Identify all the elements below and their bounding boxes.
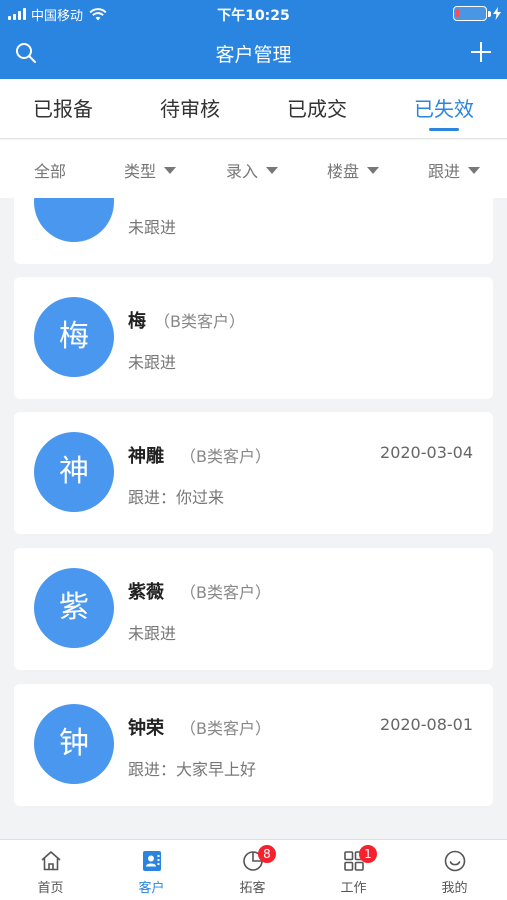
tab-pending-review[interactable]: 待审核 (127, 79, 253, 139)
nav-prospecting[interactable]: 8 拓客 (202, 840, 303, 900)
nav-home[interactable]: 首页 (0, 840, 101, 900)
avatar: 紫 (34, 568, 114, 648)
follow-up-status: 跟进：你过来 (128, 488, 225, 507)
follow-up-status: 跟进：大家早上好 (128, 760, 257, 779)
notification-badge: 1 (359, 845, 377, 863)
customer-card[interactable]: 未跟进 (14, 198, 493, 264)
tab-label: 已失效 (414, 97, 474, 121)
nav-label: 我的 (441, 881, 468, 896)
follow-up-status: 未跟进 (128, 624, 177, 643)
tab-label: 已成交 (287, 97, 347, 121)
filter-entry[interactable]: 录入 (226, 158, 279, 182)
nav-label: 拓客 (239, 881, 266, 896)
follow-up-status: 未跟进 (128, 218, 177, 237)
active-tab-indicator (429, 128, 459, 131)
charging-icon (493, 7, 501, 20)
tab-expired[interactable]: 已失效 (381, 79, 507, 139)
customer-name: 梅 (128, 311, 146, 332)
avatar: 钟 (34, 704, 114, 784)
filter-all[interactable]: 全部 (34, 158, 66, 182)
battery-icon (453, 6, 487, 21)
avatar: 梅 (34, 297, 114, 377)
filter-label: 全部 (34, 162, 67, 181)
caret-down-icon (266, 166, 279, 174)
customer-card[interactable]: 梅 梅 （B类客户） 未跟进 (14, 277, 493, 399)
customer-name: 神雕 (128, 446, 164, 467)
nav-work[interactable]: 1 工作 (303, 840, 404, 900)
filter-property[interactable]: 楼盘 (327, 158, 380, 182)
customer-type: （B类客户） (154, 312, 245, 331)
customer-type: （B类客户） (180, 583, 271, 602)
navigation-bar: 客户管理 (0, 28, 507, 79)
customer-card[interactable]: 钟 钟荣 （B类客户） 2020-08-01 跟进：大家早上好 (14, 684, 493, 806)
filter-label: 楼盘 (327, 162, 360, 181)
tab-closed-deal[interactable]: 已成交 (254, 79, 380, 139)
plus-icon[interactable] (469, 40, 493, 64)
follow-up-date: 2020-03-04 (380, 443, 473, 462)
customer-card[interactable]: 神 神雕 （B类客户） 2020-03-04 跟进：你过来 (14, 412, 493, 534)
caret-down-icon (468, 166, 481, 174)
filter-label: 跟进 (428, 162, 461, 181)
customer-name: 紫薇 (128, 582, 164, 603)
home-icon (41, 851, 61, 871)
status-tabs: 已报备 待审核 已成交 已失效 (0, 79, 507, 139)
follow-up-date: 2020-08-01 (380, 715, 473, 734)
page-title: 客户管理 (215, 44, 292, 66)
smile-icon (444, 850, 466, 872)
avatar: 神 (34, 432, 114, 512)
status-time: 下午10:25 (217, 8, 290, 24)
tab-reported[interactable]: 已报备 (0, 79, 126, 139)
filter-follow-up[interactable]: 跟进 (428, 158, 481, 182)
bottom-tab-bar: 首页 客户 8 拓客 1 工作 我的 (0, 839, 507, 900)
top-header: 中国移动 下午10:25 客户管理 (0, 0, 507, 79)
contacts-icon (143, 851, 161, 871)
avatar (34, 198, 114, 242)
nav-customers[interactable]: 客户 (101, 840, 202, 900)
follow-up-status: 未跟进 (128, 353, 177, 372)
caret-down-icon (367, 166, 380, 174)
customer-card[interactable]: 紫 紫薇 （B类客户） 未跟进 (14, 548, 493, 670)
tab-label: 已报备 (33, 97, 93, 121)
filter-label: 类型 (124, 162, 157, 181)
notification-badge: 8 (258, 845, 276, 863)
nav-label: 首页 (37, 881, 64, 896)
nav-label: 工作 (340, 881, 367, 896)
customer-type: （B类客户） (180, 719, 271, 738)
customer-name: 钟荣 (128, 718, 164, 739)
caret-down-icon (164, 166, 177, 174)
tab-label: 待审核 (160, 97, 220, 121)
filter-bar: 全部 类型 录入 楼盘 跟进 (0, 140, 507, 198)
filter-type[interactable]: 类型 (124, 158, 177, 182)
filter-label: 录入 (226, 162, 259, 181)
nav-profile[interactable]: 我的 (404, 840, 505, 900)
status-bar: 中国移动 下午10:25 (0, 0, 507, 28)
status-right (453, 6, 501, 21)
nav-label: 客户 (138, 881, 165, 896)
customer-list[interactable]: 未跟进 梅 梅 （B类客户） 未跟进 神 神雕 （B类客户） 2020-03-0… (0, 198, 507, 839)
customer-type: （B类客户） (180, 447, 271, 466)
